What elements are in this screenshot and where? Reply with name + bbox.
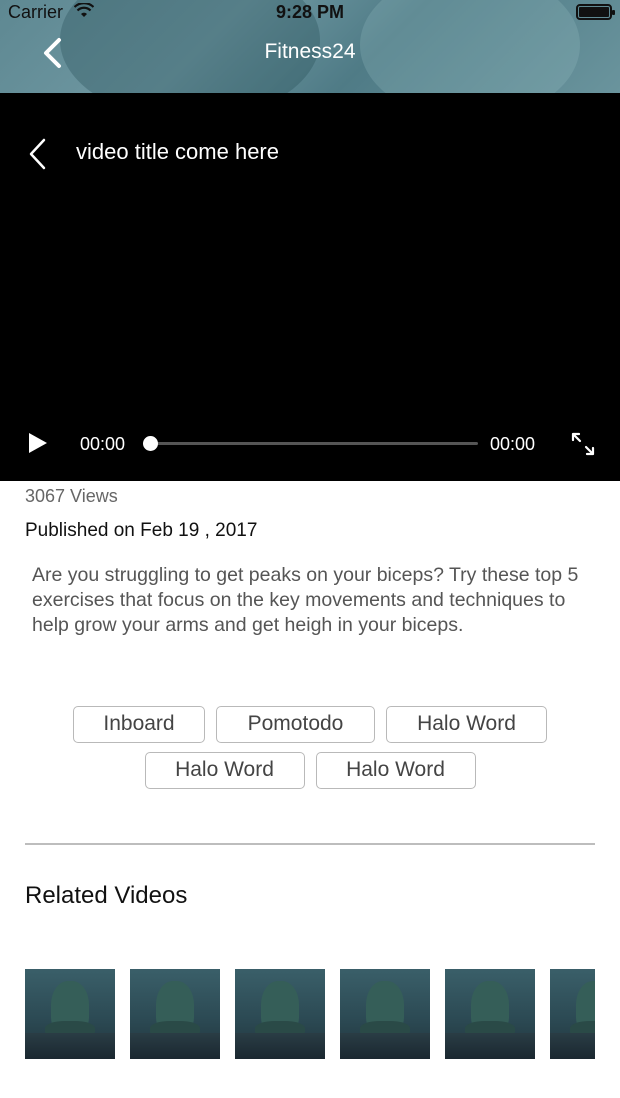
video-title: video title come here <box>76 139 279 164</box>
video-description: Are you struggling to get peaks on your … <box>32 564 579 636</box>
related-videos-list <box>25 969 595 1059</box>
status-bar: Carrier 9:28 PM <box>0 0 620 24</box>
related-video-thumbnail[interactable] <box>550 969 595 1059</box>
status-time: 9:28 PM <box>275 2 345 22</box>
battery-icon <box>576 4 615 20</box>
page-title: Fitness24 <box>264 40 356 63</box>
tag-chip[interactable]: Halo Word <box>144 752 305 789</box>
play-icon[interactable] <box>26 431 50 455</box>
tag-row: Halo Word Halo Word <box>0 752 620 789</box>
tag-chip[interactable]: Halo Word <box>315 752 476 789</box>
related-video-thumbnail[interactable] <box>235 969 325 1059</box>
section-divider <box>25 843 595 845</box>
video-back-icon[interactable] <box>26 137 50 171</box>
duration-time: 00:00 <box>490 434 536 454</box>
video-player[interactable]: video title come here 00:00 00:00 <box>0 93 620 481</box>
related-video-thumbnail[interactable] <box>130 969 220 1059</box>
tag-chip[interactable]: Halo Word <box>386 706 547 743</box>
tag-chip[interactable]: Inboard <box>73 706 205 743</box>
related-video-thumbnail[interactable] <box>340 969 430 1059</box>
tag-list: Inboard Pomotodo Halo Word Halo Word Hal… <box>0 706 620 798</box>
progress-knob[interactable] <box>143 436 158 451</box>
progress-track[interactable] <box>150 442 478 445</box>
view-count: 3067 Views <box>25 486 118 506</box>
header: Carrier 9:28 PM Fitness24 <box>0 0 620 93</box>
fullscreen-icon[interactable] <box>570 431 596 457</box>
related-video-thumbnail[interactable] <box>25 969 115 1059</box>
published-date: Published on Feb 19 , 2017 <box>25 520 258 541</box>
tag-row: Inboard Pomotodo Halo Word <box>0 706 620 743</box>
related-videos-heading: Related Videos <box>25 882 188 909</box>
tag-chip[interactable]: Pomotodo <box>216 706 375 743</box>
current-time: 00:00 <box>80 434 126 454</box>
related-video-thumbnail[interactable] <box>445 969 535 1059</box>
